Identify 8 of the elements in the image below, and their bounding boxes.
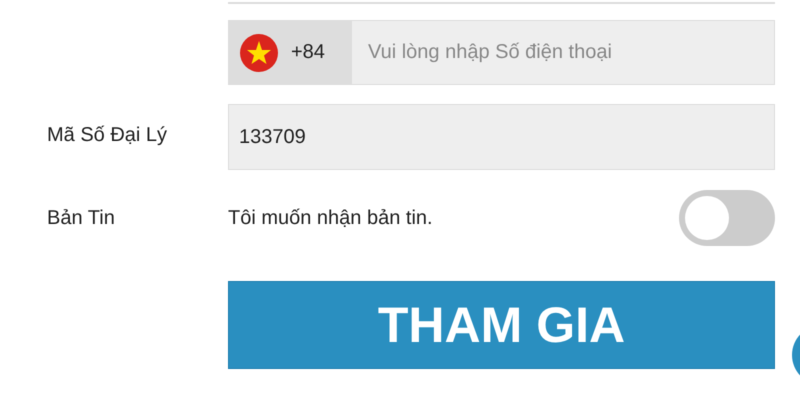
field-label: Mã Số Đại Lý bbox=[46, 123, 168, 147]
country-code-selector[interactable]: +84 bbox=[228, 20, 352, 85]
flag-icon bbox=[239, 32, 279, 72]
join-button[interactable]: THAM GIA bbox=[228, 281, 775, 369]
newsletter-text: Tôi muốn nhận bản tin. bbox=[228, 206, 433, 230]
phone-number-field[interactable]: Vui lòng nhập Số điện thoại bbox=[352, 20, 775, 85]
agent-code-field[interactable]: 133709 bbox=[228, 104, 775, 170]
field-label: Bản Tin bbox=[46, 206, 116, 230]
